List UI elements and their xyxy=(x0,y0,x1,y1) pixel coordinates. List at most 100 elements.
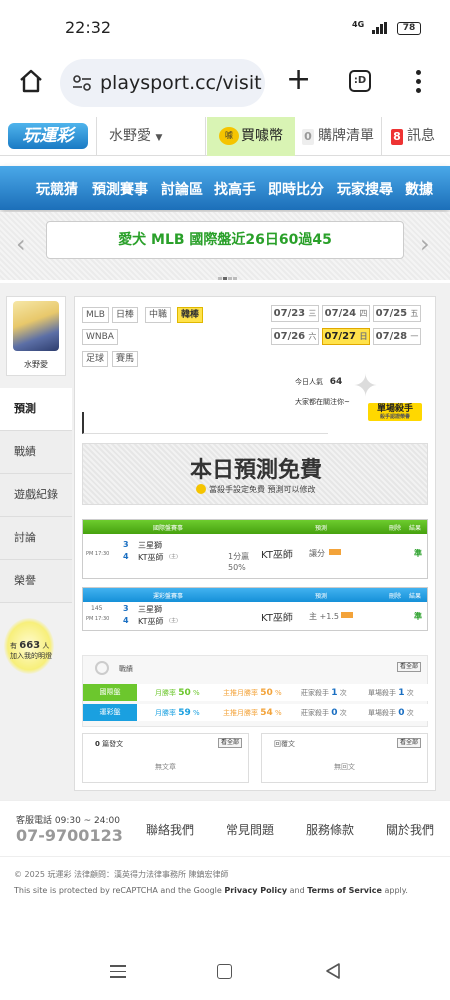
home-tag: (主) xyxy=(169,618,178,624)
pick-team: KT巫師 xyxy=(261,613,293,624)
nav-forum[interactable]: 討論區 xyxy=(161,179,203,199)
cart-count: 0 xyxy=(302,129,314,145)
mascot-icon: ✦ xyxy=(353,369,379,404)
date-0723[interactable]: 07/23 三 xyxy=(271,305,319,322)
cart-button[interactable]: 0 購牌清單 xyxy=(296,117,382,156)
date-label: 07/27 xyxy=(324,331,356,342)
stat-label: 國際盤 xyxy=(83,684,137,701)
message-input[interactable] xyxy=(82,412,328,434)
league-horse[interactable]: 賽馬 xyxy=(112,351,139,367)
footer-link-about[interactable]: 關於我們 xyxy=(386,821,434,838)
killer-label: 莊家殺手 xyxy=(301,709,329,717)
browser-toolbar: playsport.cc/visit + :D xyxy=(0,55,450,107)
league-wnba[interactable]: WNBA xyxy=(82,329,118,345)
popularity-label: 今日人氣 xyxy=(295,378,323,386)
sidebar-item-predict[interactable]: 預測 xyxy=(0,388,72,431)
chevron-right-icon[interactable]: › xyxy=(420,230,430,258)
league-npb[interactable]: 日棒 xyxy=(112,307,139,323)
nav-find-expert[interactable]: 找高手 xyxy=(214,179,256,199)
win-rate-value: 50 xyxy=(178,688,191,698)
recent-apps-icon[interactable] xyxy=(110,965,126,979)
col-delete: 刪除 xyxy=(389,593,402,600)
replies-more-button[interactable]: 看全部 xyxy=(396,738,421,748)
nav-live-score[interactable]: 即時比分 xyxy=(268,179,324,199)
new-tab-icon[interactable]: + xyxy=(286,65,311,95)
league-kbo[interactable]: 韓棒 xyxy=(177,307,204,323)
game-time: PM 17:30 xyxy=(86,551,110,557)
date-0725[interactable]: 07/25 五 xyxy=(373,305,421,322)
date-0726[interactable]: 07/26 六 xyxy=(271,328,319,345)
stat-row-intl: 國際盤 月勝率 50 % 主推月勝率 50 % 莊家殺手 1 次 單場殺手 1 … xyxy=(83,684,429,701)
promo-banner[interactable]: 愛犬 MLB 國際盤近26日60過45 xyxy=(46,221,404,259)
league-cpbl[interactable]: 中職 xyxy=(145,307,172,323)
url-text: playsport.cc/visit xyxy=(100,72,262,94)
game-time: PM 17:30 xyxy=(86,616,110,622)
sidebar-item-discussion[interactable]: 討論 xyxy=(0,517,72,560)
footer-link-contact[interactable]: 聯絡我們 xyxy=(146,821,194,838)
site-logo[interactable]: 玩運彩 xyxy=(8,123,88,149)
popularity-note: 大家都在關注你~ xyxy=(295,398,350,406)
system-nav-bar xyxy=(0,945,450,1000)
chevron-down-icon: ▼ xyxy=(155,133,163,143)
handicap-pct: 50% xyxy=(228,563,246,572)
buy-coin-button[interactable]: 噱 買噱幣 xyxy=(207,117,295,156)
nav-play-guess[interactable]: 玩競猜 xyxy=(36,179,78,199)
home-score: 4 xyxy=(123,552,129,561)
nav-player-search[interactable]: 玩家搜尋 xyxy=(337,179,393,199)
cart-label: 購牌清單 xyxy=(318,128,374,144)
address-bar[interactable]: playsport.cc/visit xyxy=(60,59,265,107)
home-tag: (主) xyxy=(169,554,178,560)
messages-label: 訊息 xyxy=(407,128,435,144)
nav-predict[interactable]: 預測賽事 xyxy=(92,179,148,199)
messages-button[interactable]: 8 訊息 xyxy=(383,117,450,156)
home-team: KT巫師 xyxy=(138,617,164,626)
privacy-link[interactable]: Privacy Policy xyxy=(224,886,287,895)
footer-link-terms[interactable]: 服務條款 xyxy=(306,821,354,838)
posts-label: 篇發文 xyxy=(102,740,124,748)
stat-label: 運彩盤 xyxy=(83,704,137,721)
nav-data[interactable]: 數據 xyxy=(405,179,433,199)
result-badge: 準 xyxy=(414,549,422,558)
message-count: 8 xyxy=(391,129,403,145)
user-menu[interactable]: 水野愛 ▼ xyxy=(96,117,206,156)
chevron-left-icon[interactable]: ‹ xyxy=(16,230,26,258)
league-mlb[interactable]: MLB xyxy=(82,307,109,323)
badge-title: 單場殺手 xyxy=(376,404,413,414)
date-0727[interactable]: 07/27 日 xyxy=(322,328,370,345)
weekday-label: 四 xyxy=(359,309,368,318)
sidebar-item-game-log[interactable]: 遊戲紀錄 xyxy=(0,474,72,517)
main-rate-value: 54 xyxy=(260,708,273,718)
league-soccer[interactable]: 足球 xyxy=(82,351,109,367)
service-phone[interactable]: 07-9700123 xyxy=(16,826,123,845)
stats-more-button[interactable]: 看全部 xyxy=(396,662,421,672)
col-game: 國際盤賽事 xyxy=(153,525,184,532)
table-row: PM 17:30 3 三星獅 4 KT巫師 (主) 1分贏 50% KT巫師 讓… xyxy=(83,534,427,578)
date-0728[interactable]: 07/28 一 xyxy=(373,328,421,345)
tab-switcher-button[interactable]: :D xyxy=(349,70,371,92)
back-icon[interactable] xyxy=(324,962,342,980)
free-title: 本日預測免費 xyxy=(189,458,322,483)
avatar-card[interactable]: 水野愛 xyxy=(6,296,66,376)
follower-label: 加入我的明燈 xyxy=(10,652,52,660)
more-menu-icon[interactable] xyxy=(416,70,422,94)
sidebar-item-record[interactable]: 戰績 xyxy=(0,431,72,474)
sidebar-item-honor[interactable]: 榮譽 xyxy=(0,560,72,603)
col-pick: 預測 xyxy=(315,593,328,600)
table-row: 145 PM 17:30 3 三星獅 4 KT巫師 (主) KT巫師 主 +1.… xyxy=(83,602,427,630)
col-game: 運彩盤賽事 xyxy=(153,593,184,600)
home-icon[interactable] xyxy=(18,69,44,93)
weekday-label: 五 xyxy=(410,309,419,318)
home-team: KT巫師 xyxy=(138,553,164,562)
follower-number: 663 xyxy=(19,640,41,651)
killer-unit: 次 xyxy=(339,689,347,697)
site-settings-icon[interactable] xyxy=(72,75,92,91)
follower-suffix: 人 xyxy=(42,642,50,650)
terms-link[interactable]: Terms of Service xyxy=(307,886,382,895)
date-0724[interactable]: 07/24 四 xyxy=(322,305,370,322)
promo-carousel: ‹ 愛犬 MLB 國際盤近26日60過45 › xyxy=(0,212,450,280)
signal-icon xyxy=(372,22,387,34)
posts-more-button[interactable]: 看全部 xyxy=(217,738,242,748)
date-label: 07/23 xyxy=(273,308,306,319)
footer-link-faq[interactable]: 常見問題 xyxy=(226,821,274,838)
home-button-icon[interactable] xyxy=(217,964,232,979)
